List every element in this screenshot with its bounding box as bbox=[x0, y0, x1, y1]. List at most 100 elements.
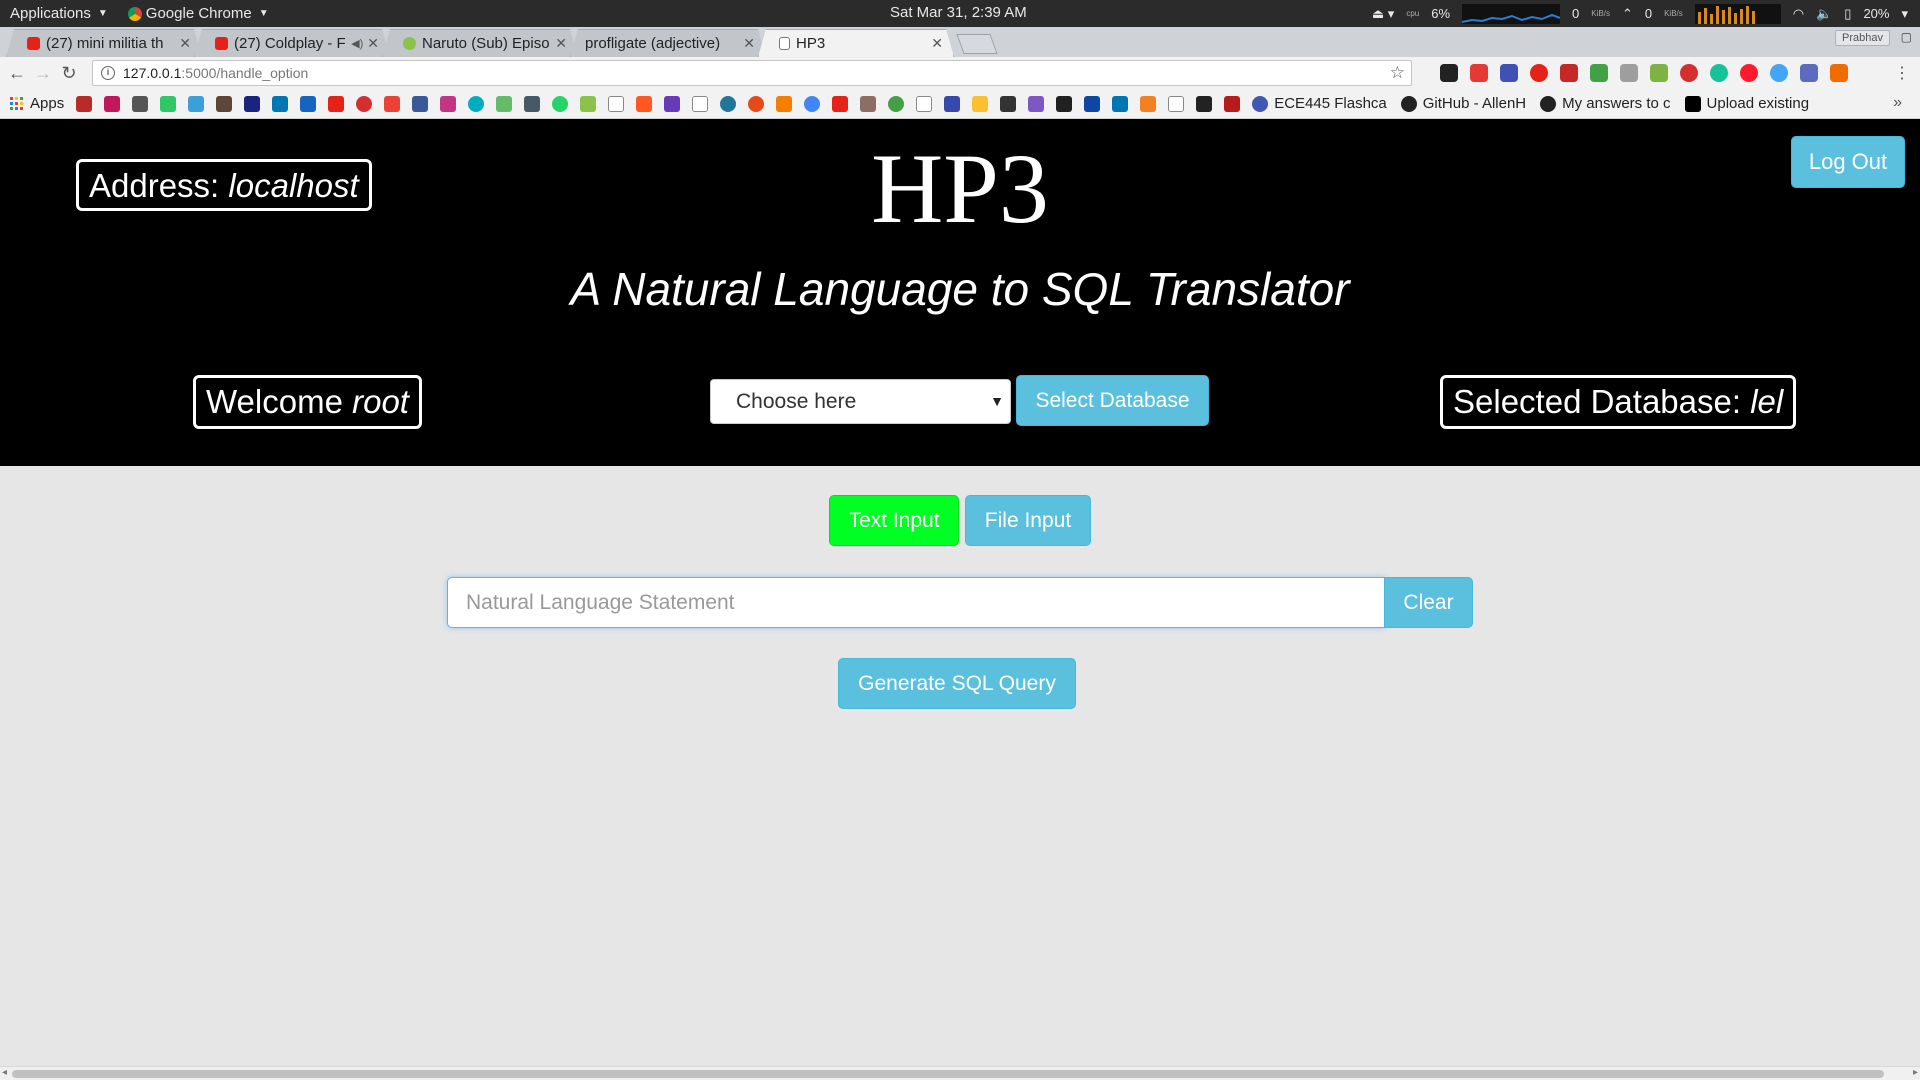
bookmark-apps[interactable]: Apps bbox=[10, 95, 64, 112]
bookmark-icon[interactable] bbox=[188, 95, 205, 112]
bookmark-icon[interactable] bbox=[468, 95, 485, 112]
scroll-left-icon[interactable]: ◂ bbox=[2, 1067, 7, 1078]
bookmark-icon[interactable] bbox=[944, 95, 961, 112]
download-icon[interactable] bbox=[1650, 64, 1668, 82]
extension-icon[interactable] bbox=[1500, 64, 1518, 82]
bookmark-icon[interactable] bbox=[888, 95, 905, 112]
bookmark-icon[interactable] bbox=[1000, 95, 1017, 112]
extension-icon[interactable] bbox=[1770, 64, 1788, 82]
profile-button[interactable]: Prabhav bbox=[1835, 30, 1890, 46]
scroll-right-icon[interactable]: ▸ bbox=[1913, 1067, 1918, 1078]
browser-tab[interactable]: (27) Coldplay - F ◀) ✕ bbox=[194, 29, 390, 57]
bookmark-icon[interactable] bbox=[496, 95, 513, 112]
bookmark-upload-existing[interactable]: Upload existing bbox=[1684, 95, 1809, 112]
extension-icon[interactable] bbox=[1590, 64, 1608, 82]
bookmark-icon[interactable] bbox=[524, 95, 541, 112]
close-icon[interactable]: ✕ bbox=[367, 35, 379, 52]
extension-icon[interactable] bbox=[1530, 64, 1548, 82]
info-icon[interactable]: i bbox=[101, 66, 115, 80]
bookmark-icon[interactable] bbox=[636, 95, 653, 112]
browser-tab[interactable]: (27) mini militia th ✕ bbox=[6, 29, 202, 57]
forward-icon[interactable]: → bbox=[30, 63, 56, 84]
bookmark-icon[interactable] bbox=[356, 95, 373, 112]
opera-icon[interactable] bbox=[1740, 64, 1758, 82]
bookmark-icon[interactable] bbox=[1084, 95, 1101, 112]
bookmark-icon[interactable] bbox=[160, 95, 177, 112]
browser-tab-active[interactable]: HP3 ✕ bbox=[758, 29, 954, 57]
bookmark-icon[interactable] bbox=[132, 95, 149, 112]
battery-icon[interactable]: ▯ bbox=[1844, 6, 1851, 22]
close-icon[interactable]: ✕ bbox=[743, 35, 755, 52]
back-icon[interactable]: ← bbox=[4, 63, 30, 84]
bookmark-icon[interactable] bbox=[748, 95, 765, 112]
extension-icon[interactable] bbox=[1620, 64, 1638, 82]
speaker-icon[interactable]: ◀) bbox=[351, 37, 363, 50]
youtube-icon[interactable] bbox=[832, 95, 849, 112]
linkedin-icon[interactable] bbox=[1112, 95, 1129, 112]
blogger-icon[interactable] bbox=[776, 95, 793, 112]
close-icon[interactable]: ✕ bbox=[931, 35, 943, 52]
close-icon[interactable]: ✕ bbox=[179, 35, 191, 52]
database-select[interactable]: Choose here ▼ bbox=[710, 379, 1011, 424]
bookmark-icon[interactable] bbox=[664, 95, 681, 112]
whatsapp-icon[interactable] bbox=[552, 95, 569, 112]
bookmark-icon[interactable] bbox=[1224, 95, 1241, 112]
page-icon[interactable] bbox=[692, 95, 709, 112]
bookmark-my-answers[interactable]: My answers to c bbox=[1540, 95, 1671, 112]
bookmark-icon[interactable] bbox=[1196, 95, 1213, 112]
close-icon[interactable]: ✕ bbox=[555, 35, 567, 52]
bookmark-star-icon[interactable]: ☆ bbox=[1390, 63, 1405, 83]
clear-button[interactable]: Clear bbox=[1384, 577, 1473, 628]
bookmark-icon[interactable] bbox=[216, 95, 233, 112]
facebook-icon[interactable] bbox=[412, 95, 429, 112]
menu-kebab-icon[interactable]: ⋮ bbox=[1894, 63, 1910, 83]
gmail-icon[interactable] bbox=[384, 95, 401, 112]
scrollbar-thumb[interactable] bbox=[12, 1070, 1884, 1078]
bookmark-icon[interactable] bbox=[804, 95, 821, 112]
generate-sql-button[interactable]: Generate SQL Query bbox=[838, 658, 1076, 709]
minimize-icon[interactable]: ▢ bbox=[1901, 30, 1912, 44]
bookmark-ece445[interactable]: ECE445 Flashca bbox=[1252, 95, 1387, 112]
bookmark-icon[interactable] bbox=[300, 95, 317, 112]
natural-language-input[interactable] bbox=[447, 577, 1385, 628]
extension-icon[interactable] bbox=[1830, 64, 1848, 82]
bookmark-icon[interactable] bbox=[104, 95, 121, 112]
wifi-icon[interactable]: ◠ bbox=[1793, 6, 1804, 22]
file-input-button[interactable]: File Input bbox=[965, 495, 1091, 546]
instagram-icon[interactable] bbox=[440, 95, 457, 112]
adblock-icon[interactable] bbox=[1680, 64, 1698, 82]
eject-icon[interactable]: ⏏ ▾ bbox=[1372, 6, 1394, 22]
bookmark-icon[interactable] bbox=[580, 95, 597, 112]
bookmark-icon[interactable] bbox=[244, 95, 261, 112]
address-bar[interactable]: i 127.0.0.1:5000/handle_option ☆ bbox=[92, 60, 1412, 86]
text-input-button[interactable]: Text Input bbox=[829, 495, 959, 546]
bookmark-github[interactable]: GitHub - AllenH bbox=[1400, 95, 1526, 112]
grammarly-icon[interactable] bbox=[1710, 64, 1728, 82]
extension-icon[interactable] bbox=[1470, 64, 1488, 82]
page-icon[interactable] bbox=[608, 95, 625, 112]
bookmark-icon[interactable] bbox=[860, 95, 877, 112]
stackoverflow-icon[interactable] bbox=[1140, 95, 1157, 112]
extension-icon[interactable] bbox=[1800, 64, 1818, 82]
bookmark-icon[interactable] bbox=[76, 95, 93, 112]
bookmark-icon[interactable] bbox=[328, 95, 345, 112]
horizontal-scrollbar[interactable]: ◂ ▸ bbox=[0, 1066, 1920, 1080]
clock[interactable]: Sat Mar 31, 2:39 AM bbox=[890, 4, 1027, 21]
bookmark-icon[interactable] bbox=[972, 95, 989, 112]
extension-icon[interactable] bbox=[1560, 64, 1578, 82]
active-app-menu[interactable]: Google Chrome ▼ bbox=[118, 0, 279, 27]
wordpress-icon[interactable] bbox=[720, 95, 737, 112]
bookmark-icon[interactable] bbox=[1056, 95, 1073, 112]
bookmark-icon[interactable] bbox=[272, 95, 289, 112]
extension-icon[interactable] bbox=[1440, 64, 1458, 82]
page-icon[interactable] bbox=[916, 95, 933, 112]
new-tab-button[interactable] bbox=[956, 34, 998, 54]
select-database-button[interactable]: Select Database bbox=[1016, 375, 1209, 426]
logout-button[interactable]: Log Out bbox=[1791, 136, 1905, 188]
reload-icon[interactable]: ↻ bbox=[56, 63, 82, 84]
applications-menu[interactable]: Applications ▼ bbox=[0, 0, 118, 27]
browser-tab[interactable]: profligate (adjective) ✕ bbox=[570, 29, 766, 57]
page-icon[interactable] bbox=[1168, 95, 1185, 112]
chevron-right-icon[interactable]: » bbox=[1893, 94, 1902, 112]
bookmark-icon[interactable] bbox=[1028, 95, 1045, 112]
